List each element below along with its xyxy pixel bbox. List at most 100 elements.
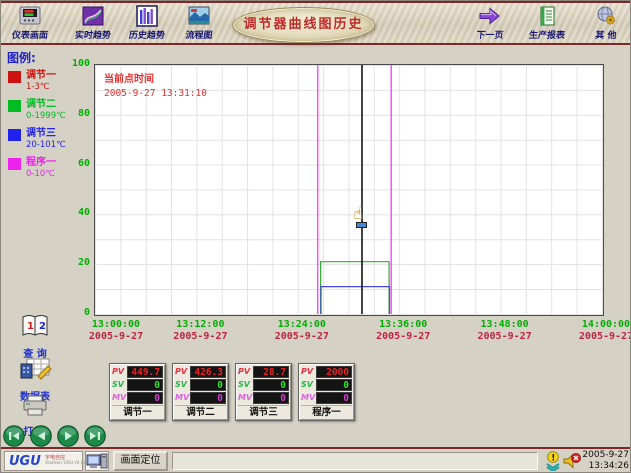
x-axis-date-tick: 2005-9-27 — [275, 331, 329, 342]
controller-panel: PV 2000 SV 0 MV 0 程序一 — [298, 363, 355, 421]
legend-color-swatch — [8, 71, 21, 83]
toolbar-button-flowchart[interactable]: 流程图 — [170, 5, 228, 43]
x-axis-time-tick: 13:24:00 — [278, 319, 326, 330]
y-axis-tick: 80 — [56, 108, 90, 119]
y-axis-tick: 0 — [56, 307, 90, 318]
sv-label: SV — [301, 379, 316, 391]
x-axis-time-tick: 14:00:00 — [582, 319, 630, 330]
legend-color-swatch — [8, 158, 21, 170]
speaker-muted-icon[interactable] — [563, 451, 581, 471]
toolbar-button-next-page[interactable]: 下一页 — [461, 5, 519, 43]
data-table-icon — [18, 368, 52, 387]
controller-panel-title: 调节一 — [112, 405, 163, 419]
mv-row: MV 0 — [112, 392, 163, 404]
printer-icon — [20, 403, 50, 422]
step-forward-icon — [57, 425, 79, 447]
sv-label: SV — [175, 379, 190, 391]
system-datetime: 2005-9-27 13:34:26 — [581, 450, 629, 472]
trend-curves — [95, 65, 602, 314]
nav-last-button[interactable] — [84, 425, 106, 447]
skip-end-icon — [84, 425, 106, 447]
toolbar-button-realtime-trend[interactable]: 实时趋势 — [64, 5, 122, 43]
pv-row: PV 426.3 — [175, 366, 226, 378]
workstation-panel[interactable] — [85, 451, 109, 471]
x-axis-date-tick: 2005-9-27 — [579, 331, 631, 342]
logo-company-en: Xiamen UGU AI Inc — [45, 461, 83, 467]
legend-color-swatch — [8, 100, 21, 112]
alarm-ack-icon[interactable]: ! — [544, 451, 562, 471]
x-axis-date-tick: 2005-9-27 — [376, 331, 430, 342]
sv-value: 0 — [127, 379, 163, 391]
current-point-annotation: 当前点时间 2005-9-27 13:31:10 — [104, 70, 207, 99]
x-axis-date-tick: 2005-9-27 — [478, 331, 532, 342]
current-point-label: 当前点时间 — [104, 70, 207, 85]
mv-label: MV — [301, 392, 316, 404]
y-axis-tick: 20 — [56, 257, 90, 268]
toolbar-button-other[interactable]: 其 他 — [577, 5, 631, 43]
y-axis-tick: 40 — [56, 207, 90, 218]
legend-item: 调节三 20-101℃ — [7, 128, 93, 154]
other-globe-icon — [577, 5, 631, 28]
y-axis-tick: 100 — [56, 58, 90, 69]
mv-row: MV 0 — [301, 392, 352, 404]
current-point-time: 2005-9-27 13:31:10 — [104, 88, 207, 99]
query-button[interactable]: 12 查 询 — [3, 313, 67, 360]
nav-next-button[interactable] — [57, 425, 79, 447]
legend-color-swatch — [8, 129, 21, 141]
trend-plot-area[interactable]: 当前点时间 2005-9-27 13:31:10 ☝ — [94, 64, 604, 316]
sv-row: SV 0 — [238, 379, 289, 391]
mv-label: MV — [112, 392, 127, 404]
page-title: 调节器曲线图历史 — [233, 8, 374, 42]
screen-locate-button[interactable]: 画面定位 — [113, 451, 168, 471]
controller-panel-title: 程序一 — [301, 405, 352, 419]
pv-value: 2000 — [316, 366, 352, 378]
pv-label: PV — [175, 366, 190, 378]
nav-first-button[interactable] — [3, 425, 25, 447]
x-axis-time-tick: 13:48:00 — [481, 319, 529, 330]
system-date: 2005-9-27 — [582, 450, 629, 460]
legend-item-name: 调节一 — [26, 70, 93, 82]
controller-panel: PV 28.7 SV 0 MV 0 调节三 — [235, 363, 292, 421]
ugu-logo: UGU — [9, 454, 41, 469]
computer-icon — [86, 453, 108, 471]
pv-label: PV — [301, 366, 316, 378]
controller-panel: PV 449.7 SV 0 MV 0 调节一 — [109, 363, 166, 421]
x-axis-date-tick: 2005-9-27 — [89, 331, 143, 342]
system-time: 13:34:26 — [589, 461, 629, 471]
mv-value: 0 — [316, 392, 352, 404]
controller-panel: PV 426.3 SV 0 MV 0 调节二 — [172, 363, 229, 421]
legend-item-range: 0-10℃ — [26, 169, 93, 180]
pv-row: PV 2000 — [301, 366, 352, 378]
sv-value: 0 — [316, 379, 352, 391]
skip-start-icon — [3, 425, 25, 447]
status-track — [172, 452, 538, 470]
pv-label: PV — [238, 366, 253, 378]
sv-value: 0 — [253, 379, 289, 391]
sv-value: 0 — [190, 379, 226, 391]
mv-value: 0 — [253, 392, 289, 404]
realtime-trend-icon — [64, 5, 122, 28]
svg-text:1: 1 — [27, 321, 34, 332]
next-page-arrow-icon — [461, 5, 519, 28]
y-axis-tick: 60 — [56, 158, 90, 169]
pv-value: 426.3 — [190, 366, 226, 378]
hmi-window: 仪表画面 实时趋势 历史趋势 流程图 调节器曲线图历史 — [0, 0, 631, 473]
pv-row: PV 449.7 — [112, 366, 163, 378]
mv-label: MV — [238, 392, 253, 404]
toolbar-button-history-trend[interactable]: 历史趋势 — [118, 5, 176, 43]
mv-row: MV 0 — [238, 392, 289, 404]
sv-label: SV — [112, 379, 127, 391]
mv-value: 0 — [190, 392, 226, 404]
mv-row: MV 0 — [175, 392, 226, 404]
toolbar-button-production-report[interactable]: 生产报表 — [518, 5, 576, 43]
x-axis-time-tick: 13:00:00 — [92, 319, 140, 330]
sv-row: SV 0 — [175, 379, 226, 391]
pv-value: 449.7 — [127, 366, 163, 378]
step-back-icon — [30, 425, 52, 447]
legend-item-range: 1-3℃ — [26, 82, 93, 93]
legend-item: 调节一 1-3℃ — [7, 70, 93, 96]
page-title-plaque: 调节器曲线图历史 — [232, 7, 375, 43]
nav-prev-button[interactable] — [30, 425, 52, 447]
pv-row: PV 28.7 — [238, 366, 289, 378]
toolbar-button-instrument-screen[interactable]: 仪表画面 — [1, 5, 59, 43]
